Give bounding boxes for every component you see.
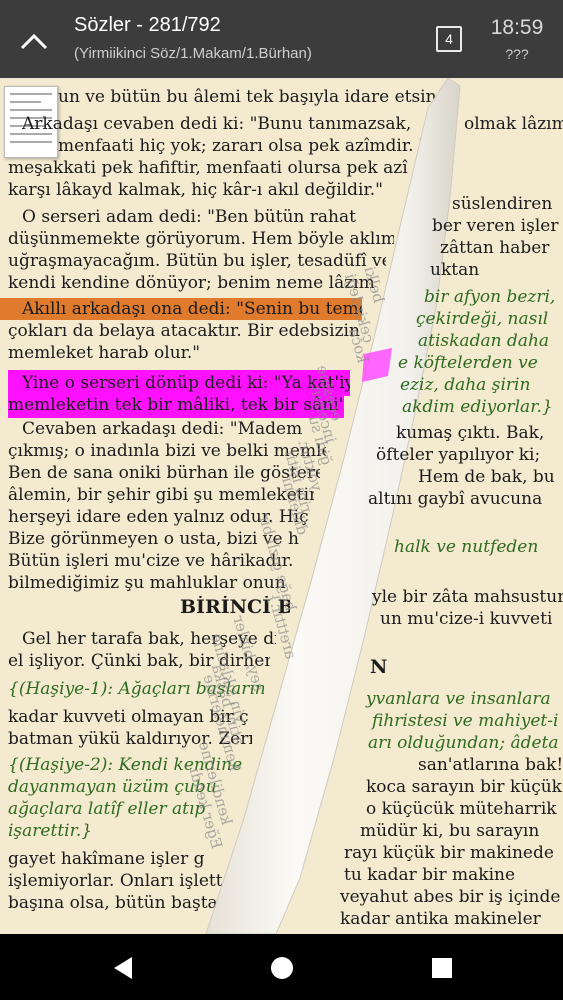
text-line: veyahut abes bir iş içinde — [340, 887, 561, 907]
footnote-line: çekirdeği, nasıl — [416, 309, 549, 329]
footnote-line: halk ve nutfeden — [394, 537, 539, 557]
app-bar: Sözler - 281/792 (Yirmiikinci Söz/1.Maka… — [0, 0, 563, 78]
text-line: kendi kendine dönüyor; benim neme lâzım.… — [8, 273, 374, 293]
text-line: memleket harab olur." — [8, 343, 201, 363]
text-line: bilmediğimiz şu mahluklar onun me — [8, 573, 290, 593]
text-line: süslendiren — [452, 194, 553, 214]
text-line: öfteler yapılıyor ki; — [376, 445, 541, 465]
text-line: uğraşmayacağım. Bütün bu işler, tesadüfî… — [8, 251, 386, 271]
system-nav-bar — [0, 934, 563, 1000]
text-line: menfaati hiç yok; zararı olsa pek azîmdi… — [58, 136, 438, 156]
text-line: kadar antika makineler — [340, 909, 541, 929]
text-line: düşünmemekte görüyorum. Hem böyle aklıma — [8, 229, 394, 249]
heading-fragment: N — [370, 656, 388, 678]
footnote-line: bir afyon bezri, — [424, 287, 556, 307]
footnote-line: atiskadan daha — [418, 331, 550, 351]
footnote-line: eziz, daha şirin — [400, 375, 531, 395]
text-line: uktan — [430, 260, 480, 280]
orange-highlight: Akıllı arkadaşı ona dedi: "Senin bu teme — [0, 298, 362, 320]
text-line: gayet hakîmane işler g — [8, 849, 205, 869]
collapse-chevron-up-icon[interactable] — [14, 22, 54, 62]
magenta-highlight: memleketin tek bir mâliki, tek bir sâni'… — [8, 392, 344, 418]
text-line: koca sarayın bir küçük — [366, 777, 562, 797]
text-line: olmak lâzım — [464, 114, 563, 134]
text-line: çokları da belaya atacaktır. Bir edebsiz… — [8, 321, 360, 341]
highlighted-line: memleketin tek bir mâliki, tek bir sâni'… — [8, 392, 344, 418]
text-line: zâttan haber — [440, 238, 550, 258]
text-line: kumaş çıktı. Bak, — [396, 423, 545, 443]
clock-time: 18:59 — [490, 16, 544, 39]
text-line: Bize görünmeyen o usta, bizi ve h — [8, 529, 299, 549]
text-line: Ben de sana oniki bürhan ile göstere — [8, 463, 320, 483]
text-line: başına olsa, bütün baştan başa d — [8, 893, 256, 913]
book-title: Sözler - 281/792 — [74, 14, 221, 36]
text-line: un ve bütün bu âlemi tek başıyla idare e… — [58, 87, 450, 107]
footnote-line: fihristesi ve mahiyet-i — [372, 711, 559, 731]
text-line: işlemiyorlar. Onları işlett — [8, 871, 222, 891]
text-line: Hem de bak, bu — [418, 467, 555, 487]
status-text: ??? — [505, 46, 529, 62]
text-line: O serseri adam dedi: "Ben bütün rahat — [22, 207, 356, 227]
text-line: rayı küçük bir makinede — [344, 843, 554, 863]
highlighted-line: Akıllı arkadaşı ona dedi: "Senin bu teme — [0, 298, 362, 320]
section-breadcrumb: (Yirmiikinci Söz/1.Makam/1.Bürhan) — [74, 45, 312, 62]
text-line: Bütün işleri mu'cize ve hârikadır. Bi — [8, 551, 296, 571]
text-line: Cevaben arkadaşı dedi: "Madem — [22, 419, 303, 439]
footnote-line: arı olduğundan; âdeta — [368, 733, 559, 753]
footnote-line: akdim ediyorlar.} — [402, 397, 553, 417]
text-line: san'atlarına bak! — [418, 755, 563, 775]
text-line: yle bir zâta mahsustur — [372, 587, 563, 607]
reader-page[interactable]: un ve bütün bu âlemi tek başıyla idare e… — [0, 78, 563, 934]
text-line: tu kadar bir makine — [344, 865, 516, 885]
text-line: ber veren işler — [432, 216, 559, 236]
footnote-line: yvanlara ve insanlara — [366, 689, 551, 709]
text-line: un mu'cize-i kuvveti — [380, 609, 553, 629]
footnote-line: e köftelerden ve — [398, 353, 538, 373]
text-line: meşakkati pek hafiftir, menfaati olursa … — [8, 158, 408, 178]
text-line: çıkmış; o inadınla bizi ve belki memleke — [8, 441, 326, 461]
recents-icon[interactable] — [428, 954, 456, 982]
text-line: altını gaybî avucuna — [368, 489, 543, 509]
text-line: karşı lâkayd kalmak, hiç kâr-ı akıl deği… — [8, 180, 383, 200]
text-line: o küçücük müteharrik — [366, 799, 557, 819]
home-icon[interactable] — [268, 954, 296, 982]
text-line: müdür ki, bu sarayın — [360, 821, 540, 841]
open-tabs-button[interactable]: 4 — [436, 26, 462, 52]
text-line: âlemin, bir şehir gibi şu memleketin, — [8, 485, 314, 505]
back-icon[interactable] — [110, 954, 138, 982]
